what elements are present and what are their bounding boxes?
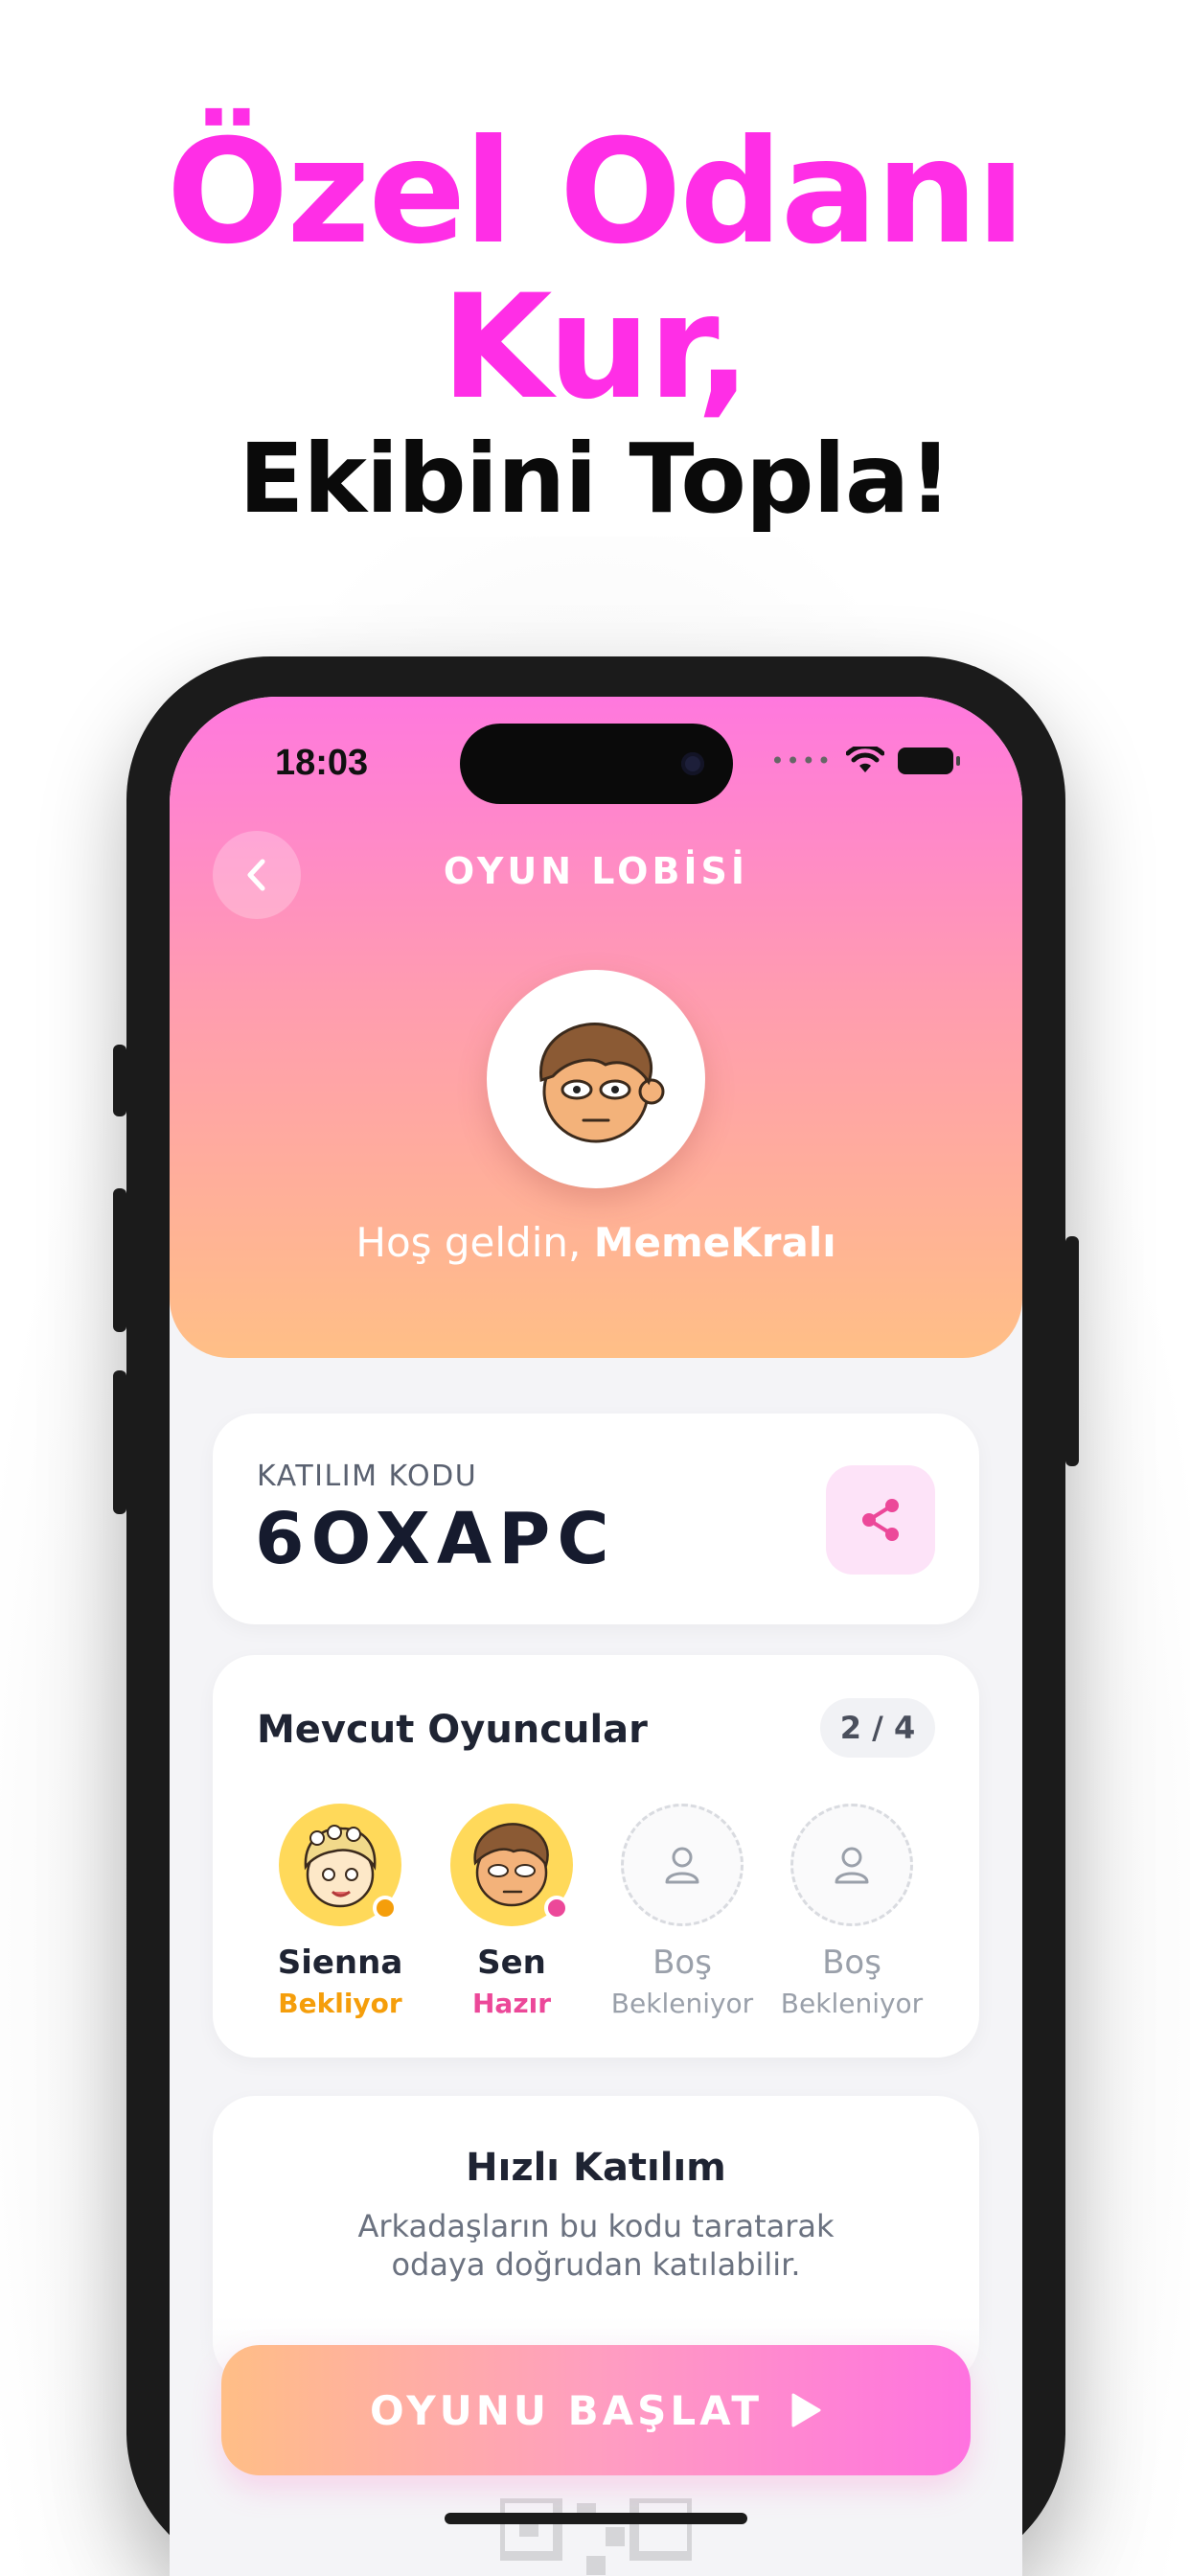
headline-line-1: Özel Odanı (166, 109, 1026, 276)
empty-avatar (621, 1804, 744, 1926)
phone-volume-down (113, 1370, 126, 1514)
phone-frame: 18:03 •••• OYUN LOBİSİ Hoş geldin, MemeK… (113, 656, 1079, 2576)
lobby-title: OYUN LOBİSİ (443, 850, 749, 892)
player-avatar (450, 1804, 573, 1926)
share-button[interactable] (826, 1465, 935, 1575)
cellular-dots-icon: •••• (770, 748, 833, 774)
home-indicator[interactable] (445, 2513, 747, 2524)
qr-code-icon (500, 2498, 692, 2575)
player-status: Hazır (471, 1988, 552, 2019)
status-dot (544, 1896, 569, 1920)
player-status: Bekleniyor (610, 1988, 754, 2019)
person-icon (835, 1847, 869, 1884)
empty-avatar (790, 1804, 913, 1926)
status-time: 18:03 (275, 743, 369, 783)
battery-icon (898, 748, 960, 774)
camera-icon (681, 752, 704, 775)
headline: Özel Odanı Kur, (0, 115, 1190, 426)
players-card: Mevcut Oyuncular 2 / 4 Sienna Bekliyor S… (213, 1655, 979, 2058)
quick-join-description: Arkadaşların bu kodu taratarak odaya doğ… (357, 2208, 835, 2283)
cartoon-avatar-icon (539, 1022, 665, 1143)
player-name: Sen (477, 1944, 546, 1982)
player-slot[interactable]: Sienna Bekliyor (254, 1804, 426, 2019)
join-code-card: KATILIM KODU 6OXAPC (213, 1414, 979, 1624)
player-status: Bekleniyor (780, 1988, 924, 2019)
user-avatar[interactable] (487, 970, 705, 1188)
quick-join-title: Hızlı Katılım (466, 2146, 726, 2190)
join-code-value[interactable]: 6OXAPC (255, 1498, 616, 1580)
subheadline: Ekibini Topla! (239, 423, 952, 535)
welcome-text: Hoş geldin, MemeKralı (170, 1219, 1022, 1266)
share-icon (862, 1499, 899, 1541)
player-slot-empty[interactable]: Boş Bekleniyor (766, 1804, 938, 2019)
player-avatar (279, 1804, 401, 1926)
status-dot (373, 1896, 398, 1920)
player-count-badge: 2 / 4 (820, 1698, 935, 1758)
phone-mute-switch (113, 1045, 126, 1116)
start-game-button[interactable]: OYUNU BAŞLAT (221, 2345, 971, 2475)
welcome-prefix: Hoş geldin, (355, 1219, 582, 1266)
dynamic-island (460, 724, 733, 804)
player-slot-empty[interactable]: Boş Bekleniyor (596, 1804, 768, 2019)
start-game-label: OYUNU BAŞLAT (369, 2386, 764, 2434)
headline-line-2: Kur, (441, 264, 750, 431)
phone-side-button (1065, 1236, 1079, 1466)
username: MemeKralı (593, 1219, 836, 1266)
player-status: Bekliyor (278, 1988, 402, 2019)
play-icon (791, 2393, 821, 2427)
app-screen: 18:03 •••• OYUN LOBİSİ Hoş geldin, MemeK… (170, 697, 1022, 2576)
players-title: Mevcut Oyuncular (257, 1708, 648, 1752)
phone-volume-up (113, 1188, 126, 1332)
player-name: Boş (652, 1944, 712, 1982)
person-icon (665, 1847, 699, 1884)
player-name: Boş (822, 1944, 881, 1982)
join-code-label: KATILIM KODU (257, 1460, 478, 1493)
status-icons: •••• (770, 747, 960, 775)
player-slot[interactable]: Sen Hazır (425, 1804, 598, 2019)
wifi-icon (846, 747, 884, 772)
player-name: Sienna (277, 1944, 403, 1982)
